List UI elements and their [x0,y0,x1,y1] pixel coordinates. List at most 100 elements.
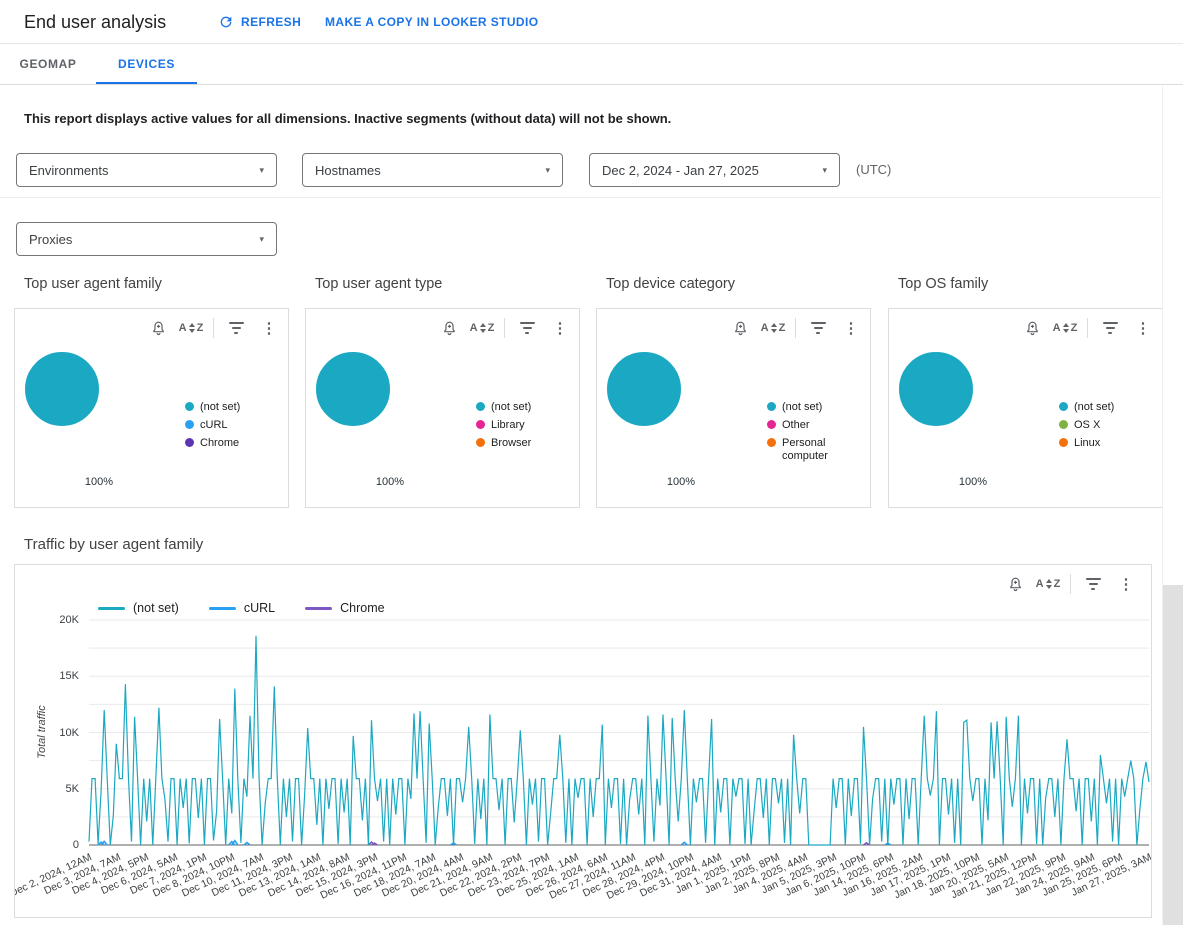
donut-legend: (not set) Library Browser [476,401,576,450]
sort-arrows [480,323,486,333]
chevron-down-icon: ▾ [259,165,264,176]
hostnames-filter[interactable]: Hostnames ▾ [302,153,563,187]
proxies-filter[interactable]: Proxies ▾ [16,222,277,256]
report-page: End user analysis REFRESH MAKE A COPY IN… [0,0,1183,925]
donut-ring[interactable] [607,352,681,426]
filter-row-divider [0,197,1161,198]
sort-letter-a: A [179,322,187,334]
sort-arrows [1063,323,1069,333]
timezone-label: (UTC) [856,153,891,187]
refresh-icon [218,14,234,30]
legend-color-dot [1059,438,1068,447]
legend-item: Chrome [185,437,285,450]
legend-item: Personal computer [767,437,867,463]
legend-item: (not set) [185,401,285,414]
page-title: End user analysis [24,0,166,44]
add-alert-icon[interactable] [147,317,169,339]
legend-label: Personal computer [782,437,867,463]
filter-label: Dec 2, 2024 - Jan 27, 2025 [602,163,759,178]
donut-chart-card: A Z ⋮ 100% (not set)OS XLinux [888,308,1163,508]
chevron-down-icon: ▾ [822,165,827,176]
legend-label: cURL [200,419,228,432]
donut-slice-label: 100% [649,476,713,488]
donut-chart-block: Top user agent type A Z [305,276,582,508]
add-alert-icon[interactable] [438,317,460,339]
filter-icon[interactable] [516,317,538,339]
filter-icon[interactable] [807,317,829,339]
legend-label: (not set) [200,401,240,414]
legend-label: Linux [1074,437,1100,450]
filter-icon[interactable] [225,317,247,339]
legend-color-dot [185,438,194,447]
donut-chart-block: Top device category A Z [596,276,873,508]
refresh-label: REFRESH [241,15,301,29]
legend-color-dot [185,402,194,411]
chart-toolbar: A Z ⋮ [729,317,862,339]
filter-icon[interactable] [1099,317,1121,339]
legend-label: Library [491,419,525,432]
donut-title: Top user agent type [315,276,582,308]
legend-label: Other [782,419,810,432]
donut-legend: (not set) Other Personal computer [767,401,867,463]
legend-color-dot [1059,402,1068,411]
chevron-down-icon: ▾ [259,234,264,245]
donut-ring[interactable] [899,352,973,426]
toolbar-divider [1087,318,1088,338]
environments-filter[interactable]: Environments ▾ [16,153,277,187]
donut-title: Top user agent family [24,276,291,308]
sort-letter-z: Z [197,322,204,334]
legend-item: Other [767,419,867,432]
donut-chart-block: Top user agent family A Z [14,276,291,508]
legend-color-dot [767,438,776,447]
date-range-filter[interactable]: Dec 2, 2024 - Jan 27, 2025 ▾ [589,153,840,187]
add-alert-icon[interactable] [1021,317,1043,339]
legend-color-dot [476,402,485,411]
sort-az-icon[interactable]: A Z [762,317,784,339]
sort-letter-a: A [1053,322,1061,334]
chart-toolbar: A Z ⋮ [147,317,280,339]
donut-legend: (not set)OS XLinux [1059,401,1159,450]
more-options-icon[interactable]: ⋮ [258,317,280,339]
donut-slice-label: 100% [941,476,1005,488]
legend-color-dot [767,402,776,411]
donut-chart-card: A Z ⋮ 100% (not set) cURL Chrome [14,308,289,508]
tab-geomap[interactable]: GEOMAP [0,44,96,85]
legend-item: Library [476,419,576,432]
donut-ring[interactable] [25,352,99,426]
sort-az-icon[interactable]: A Z [180,317,202,339]
donut-chart-block: Top OS family A Z [888,276,1165,508]
legend-item: (not set) [767,401,867,414]
scrollbar-thumb[interactable] [1163,585,1183,925]
donut-chart-card: A Z ⋮ 100% (not set) Other Personal comput… [596,308,871,508]
filter-label: Environments [29,163,108,178]
sort-az-icon[interactable]: A Z [1054,317,1076,339]
chevron-down-icon: ▾ [545,165,550,176]
sort-az-icon[interactable]: A Z [471,317,493,339]
vertical-scrollbar [1162,86,1183,925]
more-options-icon[interactable]: ⋮ [1132,317,1154,339]
donut-chart-card: A Z ⋮ 100% (not set)LibraryBrowser [305,308,580,508]
more-options-icon[interactable]: ⋮ [840,317,862,339]
refresh-button[interactable]: REFRESH [218,0,301,44]
filter-label: Hostnames [315,163,381,178]
filter-label: Proxies [29,232,72,247]
donut-legend: (not set) cURL Chrome [185,401,285,450]
donut-title: Top device category [606,276,873,308]
donut-ring[interactable] [316,352,390,426]
donut-slice-label: 100% [67,476,131,488]
legend-label: (not set) [1074,401,1114,414]
toolbar-divider [795,318,796,338]
legend-label: Browser [491,437,531,450]
legend-color-dot [1059,420,1068,429]
legend-item: (not set) [1059,401,1159,414]
legend-color-dot [476,420,485,429]
sort-letter-a: A [470,322,478,334]
sort-arrows [189,323,195,333]
toolbar-divider [213,318,214,338]
sort-letter-z: Z [1071,322,1078,334]
more-options-icon[interactable]: ⋮ [549,317,571,339]
tab-devices[interactable]: DEVICES [96,44,197,85]
legend-item: (not set) [476,401,576,414]
add-alert-icon[interactable] [729,317,751,339]
make-a-copy-button[interactable]: MAKE A COPY IN LOOKER STUDIO [325,0,538,44]
